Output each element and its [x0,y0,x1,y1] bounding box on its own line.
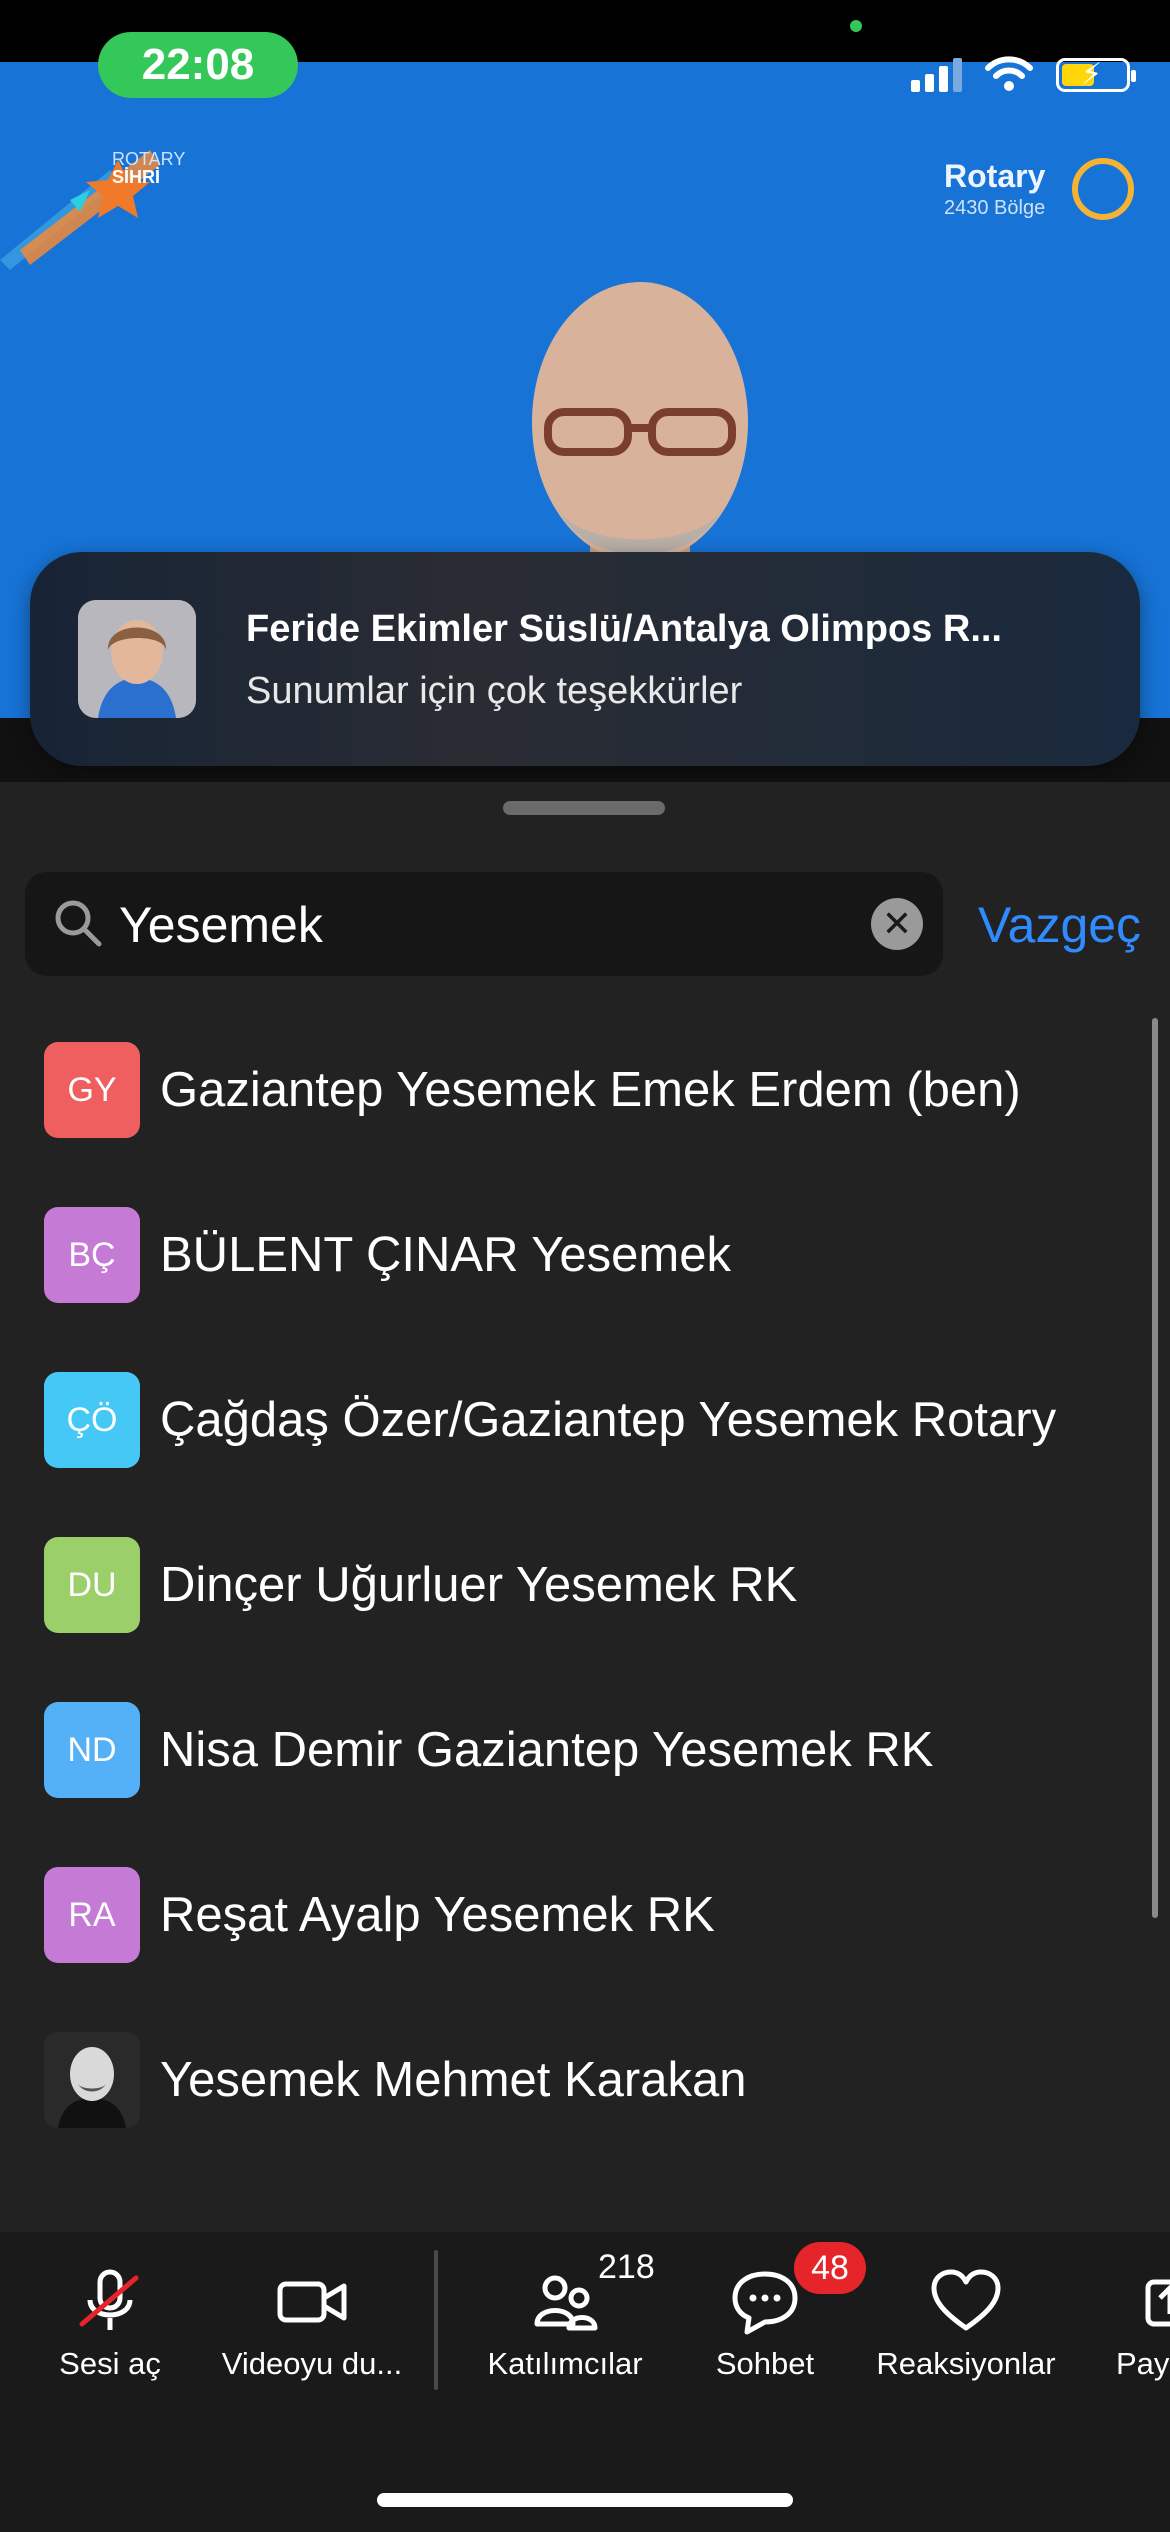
share-button[interactable]: Pay [1110,2262,1170,2402]
panel-drag-handle[interactable] [503,801,665,815]
chat-notification-toast[interactable]: Feride Ekimler Süslü/Antalya Olimpos R..… [30,552,1140,766]
participant-row[interactable]: RA Reşat Ayalp Yesemek RK [44,1867,1124,1967]
microphone-muted-icon [79,2269,139,2330]
participant-avatar: ND [44,1702,140,1798]
home-indicator[interactable] [377,2493,793,2507]
sender-avatar [78,600,196,718]
stop-video-button[interactable]: Videoyu du... [214,2262,410,2402]
share-label: Pay [1116,2346,1170,2381]
participant-row[interactable]: GY Gaziantep Yesemek Emek Erdem (ben) [44,1042,1124,1142]
unmute-button[interactable]: Sesi aç [40,2262,180,2402]
participant-name: Reşat Ayalp Yesemek RK [160,1888,715,1942]
rotary-2430-logo: Rotary 2430 Bölge [944,158,1134,238]
participant-name: BÜLENT ÇINAR Yesemek [160,1228,731,1282]
unmute-label: Sesi aç [59,2346,161,2381]
reactions-button[interactable]: Reaksiyonlar [868,2262,1064,2402]
toolbar-separator [434,2250,438,2390]
participants-count: 218 [598,2248,655,2286]
toast-message: Sunumlar için çok teşekkürler [246,670,743,712]
list-scrollbar[interactable] [1152,1018,1158,1918]
heart-icon [931,2269,1001,2331]
chat-label: Sohbet [715,2346,815,2381]
toast-sender-name: Feride Ekimler Süslü/Antalya Olimpos R..… [246,608,1002,650]
participant-name: Dinçer Uğurluer Yesemek RK [160,1558,798,1612]
camera-indicator-dot [850,20,862,32]
participant-search-field[interactable]: Yesemek ✕ [25,872,943,976]
chat-bubble-icon [732,2271,798,2335]
share-upload-icon [1145,2279,1170,2327]
video-camera-icon [277,2281,347,2323]
search-icon [55,900,102,947]
clear-search-icon[interactable]: ✕ [871,898,923,950]
participants-icon [534,2275,598,2331]
participants-panel [0,782,1170,2232]
participant-row[interactable]: ÇÖ Çağdaş Özer/Gaziantep Yesemek Rotary [44,1372,1124,1472]
rotary-sihri-line-1: ROTARY [112,149,186,169]
participant-avatar: RA [44,1867,140,1963]
status-icons: ⚡ [911,54,1136,92]
rotary-sihri-line-2: SİHRİ [112,167,161,187]
participant-avatar: GY [44,1042,140,1138]
cellular-signal-icon [911,56,962,92]
reactions-label: Reaksiyonlar [876,2346,1056,2381]
participant-avatar: ÇÖ [44,1372,140,1468]
participants-label: Katılımcılar [487,2346,643,2381]
battery-charging-icon: ⚡ [1056,58,1136,92]
participant-name: Çağdaş Özer/Gaziantep Yesemek Rotary [160,1393,1057,1447]
participant-row[interactable]: ND Nisa Demir Gaziantep Yesemek RK [44,1702,1124,1802]
participant-name: Yesemek Mehmet Karakan [160,2053,747,2107]
wifi-icon [985,56,1033,91]
cancel-search-button[interactable]: Vazgeç [978,896,1141,954]
participant-avatar: BÇ [44,1207,140,1303]
rotary-wheel-icon [1072,158,1134,220]
status-time: 22:08 [98,32,298,98]
participant-row[interactable]: Yesemek Mehmet Karakan [44,2032,1124,2132]
participant-avatar: DU [44,1537,140,1633]
rotary-sihri-text: ROTARY SİHRİ [112,150,185,186]
participant-name: Gaziantep Yesemek Emek Erdem (ben) [160,1063,1021,1117]
stop-video-label: Videoyu du... [221,2346,403,2381]
participant-name: Nisa Demir Gaziantep Yesemek RK [160,1723,934,1777]
chat-unread-badge: 48 [794,2242,866,2294]
search-input[interactable]: Yesemek [119,896,323,954]
participant-photo-avatar [44,2032,140,2128]
participant-row[interactable]: DU Dinçer Uğurluer Yesemek RK [44,1537,1124,1637]
participant-row[interactable]: BÇ BÜLENT ÇINAR Yesemek [44,1207,1124,1307]
